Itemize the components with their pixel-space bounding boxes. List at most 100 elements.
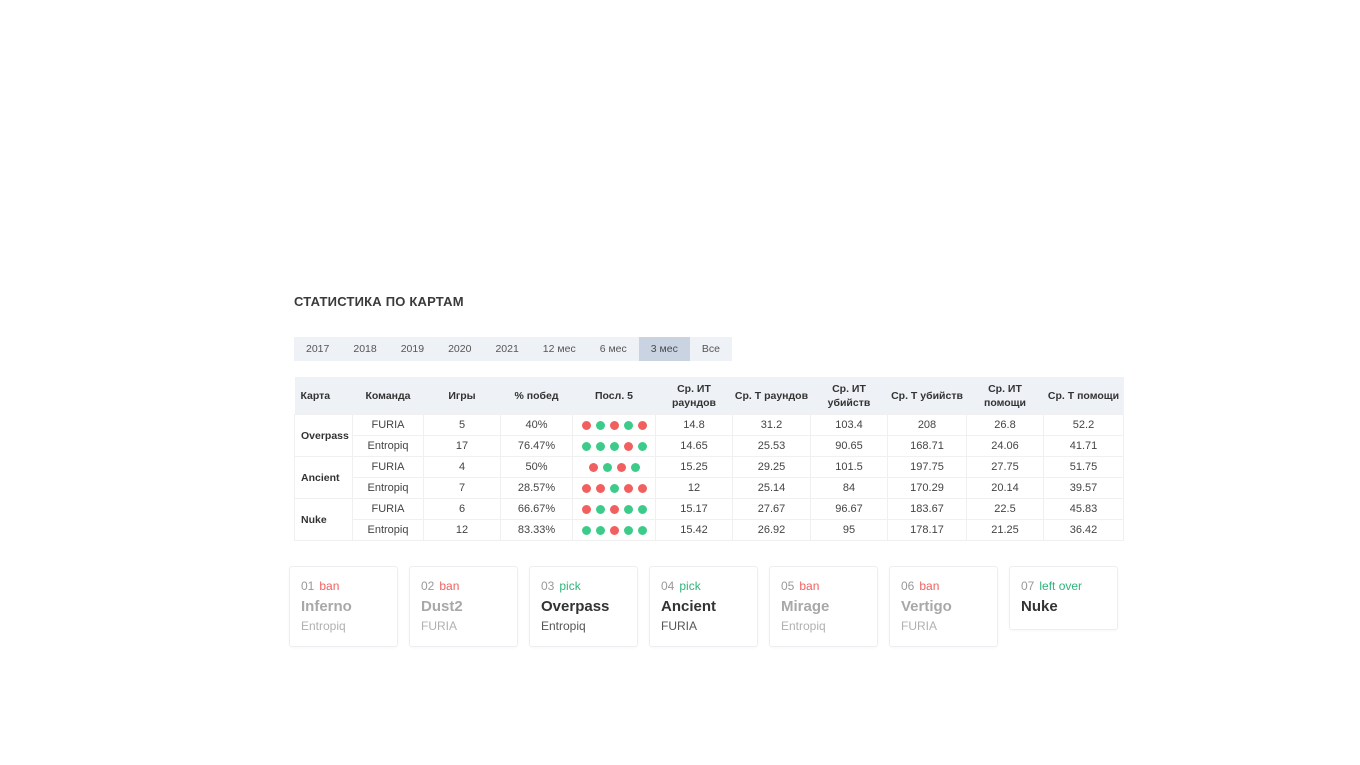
map-name-cell: Ancient bbox=[294, 456, 353, 499]
win-dot bbox=[581, 441, 591, 451]
t-kills-cell: 183.67 bbox=[887, 498, 967, 520]
t-rounds-cell: 25.14 bbox=[732, 477, 811, 499]
win-dot bbox=[609, 483, 619, 493]
ct-rounds-cell: 15.17 bbox=[655, 498, 733, 520]
loss-dot bbox=[581, 483, 591, 493]
filter-tab[interactable]: 2019 bbox=[389, 337, 436, 361]
games-cell: 6 bbox=[423, 498, 501, 520]
t-assists-cell: 45.83 bbox=[1043, 498, 1124, 520]
loss-dot bbox=[623, 441, 633, 451]
filter-tab[interactable]: 3 мес bbox=[638, 337, 690, 361]
section-title: СТАТИСТИКА ПО КАРТАМ bbox=[294, 294, 464, 309]
veto-action: ban bbox=[799, 579, 820, 593]
veto-step-header: 01 ban bbox=[301, 578, 397, 594]
win-pct-cell: 83.33% bbox=[500, 519, 573, 541]
map-name-cell: Nuke bbox=[294, 498, 353, 541]
win-dot bbox=[581, 525, 591, 535]
win-dot bbox=[637, 525, 647, 535]
filter-tab[interactable]: Все bbox=[690, 337, 732, 361]
column-header: Ср. Т убийств bbox=[887, 377, 967, 415]
last5-cell bbox=[572, 435, 656, 457]
loss-dot bbox=[588, 462, 598, 472]
win-dot bbox=[630, 462, 640, 472]
games-cell: 5 bbox=[423, 414, 501, 436]
ct-assists-cell: 27.75 bbox=[966, 456, 1044, 478]
ct-kills-cell: 101.5 bbox=[810, 456, 888, 478]
loss-dot bbox=[616, 462, 626, 472]
veto-card: 02 ban Dust2 FURIA bbox=[409, 566, 518, 647]
veto-step-number: 02 bbox=[421, 579, 435, 593]
veto-step-number: 04 bbox=[661, 579, 675, 593]
veto-list: 01 ban Inferno Entropiq 02 ban Dust2 FURIA 03 pic… bbox=[289, 566, 1118, 647]
loss-dot bbox=[609, 525, 619, 535]
veto-step-header: 04 pick bbox=[661, 578, 757, 594]
ct-kills-cell: 84 bbox=[810, 477, 888, 499]
win-dot bbox=[595, 420, 605, 430]
last5-results bbox=[581, 525, 647, 535]
filter-tab[interactable]: 2018 bbox=[341, 337, 388, 361]
veto-card: 03 pick Overpass Entropiq bbox=[529, 566, 638, 647]
table-row: Overpass FURIA 5 40% 14.8 31.2 103.4 208 26.8 52.… bbox=[294, 414, 1124, 457]
column-header: Игры bbox=[423, 377, 501, 415]
map-name-cell: Overpass bbox=[294, 414, 353, 457]
map-stats-table: Карта Команда Игры% побед Посл. 5 Ср. ИТ рау… bbox=[294, 377, 1124, 541]
veto-map-name: Dust2 bbox=[421, 598, 463, 615]
ct-kills-cell: 90.65 bbox=[810, 435, 888, 457]
filter-tab[interactable]: 12 мес bbox=[531, 337, 588, 361]
column-header: Посл. 5 bbox=[572, 377, 656, 415]
t-assists-cell: 52.2 bbox=[1043, 414, 1124, 436]
win-dot bbox=[623, 504, 633, 514]
t-rounds-cell: 29.25 bbox=[732, 456, 811, 478]
games-cell: 7 bbox=[423, 477, 501, 499]
last5-results bbox=[581, 483, 647, 493]
win-dot bbox=[637, 441, 647, 451]
veto-step-header: 02 ban bbox=[421, 578, 517, 594]
column-header: Ср. Т раундов bbox=[732, 377, 811, 415]
ct-assists-cell: 24.06 bbox=[966, 435, 1044, 457]
loss-dot bbox=[595, 483, 605, 493]
t-kills-cell: 197.75 bbox=[887, 456, 967, 478]
table-row: Entropiq 12 83.33% 15.42 26.92 95 178.17 21.25 3… bbox=[295, 519, 1124, 541]
team-cell: FURIA bbox=[352, 456, 424, 478]
veto-map-name: Nuke bbox=[1021, 598, 1058, 615]
ct-assists-cell: 26.8 bbox=[966, 414, 1044, 436]
veto-card: 06 ban Vertigo FURIA bbox=[889, 566, 998, 647]
loss-dot bbox=[581, 420, 591, 430]
win-pct-cell: 66.67% bbox=[500, 498, 573, 520]
veto-map-name: Mirage bbox=[781, 598, 830, 615]
win-dot bbox=[637, 504, 647, 514]
veto-step-header: 03 pick bbox=[541, 578, 637, 594]
win-dot bbox=[623, 420, 633, 430]
last5-results bbox=[581, 420, 647, 430]
veto-map-name: Inferno bbox=[301, 598, 352, 615]
loss-dot bbox=[637, 483, 647, 493]
team-cell: FURIA bbox=[352, 414, 424, 436]
win-dot bbox=[602, 462, 612, 472]
filter-tab[interactable]: 2017 bbox=[294, 337, 341, 361]
loss-dot bbox=[609, 504, 619, 514]
win-dot bbox=[609, 441, 619, 451]
veto-card: 04 pick Ancient FURIA bbox=[649, 566, 758, 647]
t-rounds-cell: 25.53 bbox=[732, 435, 811, 457]
veto-step-number: 05 bbox=[781, 579, 795, 593]
veto-map-name: Overpass bbox=[541, 598, 610, 615]
filter-tab[interactable]: 6 мес bbox=[588, 337, 639, 361]
ct-rounds-cell: 12 bbox=[655, 477, 733, 499]
table-header-row: Карта Команда Игры% побед Посл. 5 Ср. ИТ рау… bbox=[294, 377, 1124, 415]
filter-tab[interactable]: 2021 bbox=[483, 337, 530, 361]
ct-rounds-cell: 14.65 bbox=[655, 435, 733, 457]
veto-step-header: 07 left over bbox=[1021, 578, 1117, 594]
veto-team-name: Entropiq bbox=[301, 619, 346, 633]
last5-cell bbox=[572, 519, 656, 541]
ct-assists-cell: 20.14 bbox=[966, 477, 1044, 499]
t-assists-cell: 39.57 bbox=[1043, 477, 1124, 499]
t-kills-cell: 178.17 bbox=[887, 519, 967, 541]
filter-tab[interactable]: 2020 bbox=[436, 337, 483, 361]
win-dot bbox=[595, 525, 605, 535]
ct-kills-cell: 96.67 bbox=[810, 498, 888, 520]
win-dot bbox=[595, 504, 605, 514]
ct-rounds-cell: 14.8 bbox=[655, 414, 733, 436]
veto-action: ban bbox=[919, 579, 940, 593]
win-pct-cell: 28.57% bbox=[500, 477, 573, 499]
table-row: Nuke FURIA 6 66.67% 15.17 27.67 96.67 183.67 22.… bbox=[294, 498, 1124, 541]
